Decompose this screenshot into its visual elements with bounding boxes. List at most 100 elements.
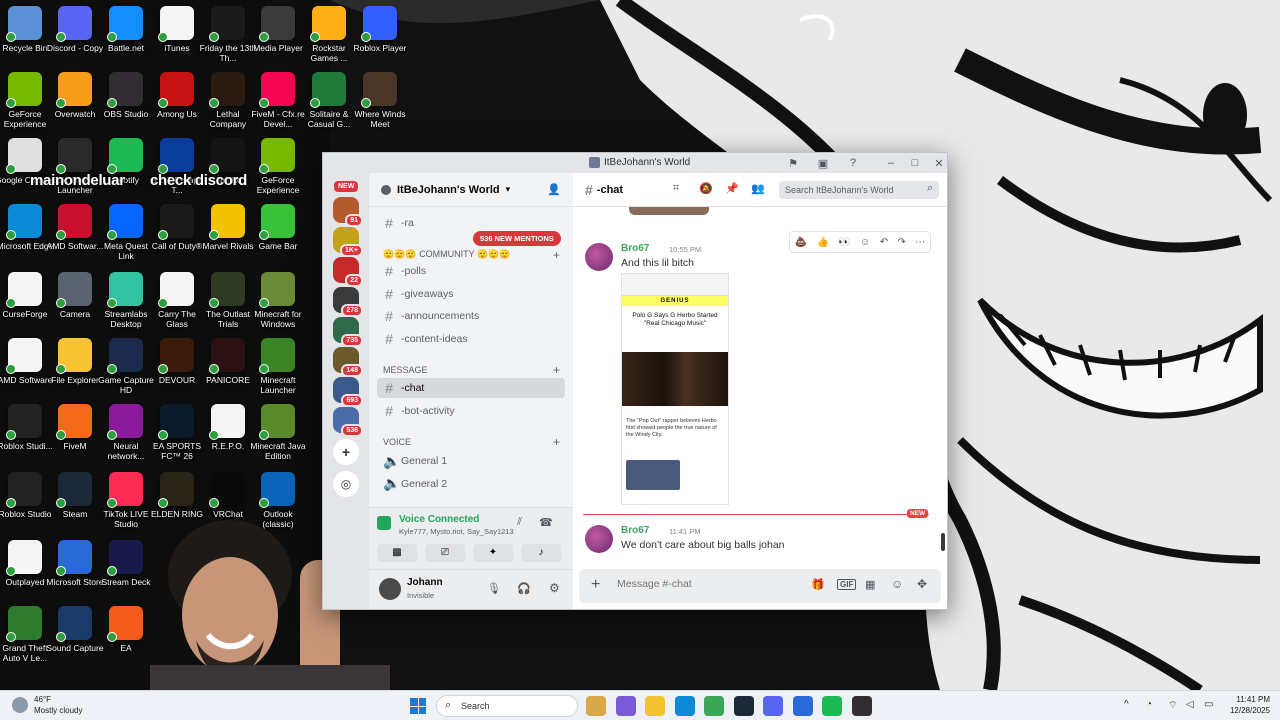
gif-icon[interactable]: GIF	[837, 579, 857, 590]
screen-share-button[interactable]: ⎚	[425, 544, 465, 562]
chrome-icon[interactable]	[704, 696, 724, 716]
voice-status[interactable]: Voice Connected	[399, 514, 479, 525]
channel-item[interactable]: 🔈 General 1	[377, 451, 565, 471]
weather-icon[interactable]	[12, 697, 28, 713]
category-voice[interactable]: Voice +	[383, 435, 560, 449]
avatar[interactable]	[585, 525, 613, 553]
add-server-button[interactable]: +	[333, 439, 359, 465]
clock-date[interactable]: 12/28/2025	[1224, 706, 1270, 715]
desktop-icon[interactable]: EA	[96, 606, 156, 653]
file-manager-icon[interactable]	[586, 696, 606, 716]
category-community[interactable]: 🫡🫡🫡 COMMUNITY 🫡🫡🫡 +	[383, 248, 560, 262]
emoji-icon[interactable]: ☺	[891, 577, 903, 591]
noise-suppression-icon[interactable]: ⫽	[517, 516, 522, 529]
steam-icon[interactable]	[733, 696, 754, 716]
taskbar-search[interactable]: ⌕ Search	[436, 695, 578, 717]
server-icon[interactable]: 91	[333, 197, 363, 227]
channel-item[interactable]: # -giveaways	[377, 284, 565, 304]
help-icon[interactable]: ?	[845, 155, 861, 171]
add-reaction-icon[interactable]: ☺	[860, 237, 870, 248]
desktop-icon[interactable]: GeForce Experience	[248, 138, 308, 195]
copilot-icon[interactable]	[615, 696, 636, 716]
microphone-icon[interactable]: 🎙	[487, 582, 501, 595]
new-servers-pill[interactable]: NEW	[334, 181, 359, 192]
reply-icon[interactable]: ↶	[880, 237, 888, 248]
avatar[interactable]	[379, 578, 401, 600]
pin-icon[interactable]: 📌	[725, 182, 739, 195]
server-icon[interactable]: 536	[333, 407, 363, 437]
reaction-eyes-icon[interactable]: 👀	[838, 237, 850, 248]
camera-button[interactable]: ▩	[377, 544, 417, 562]
server-icon[interactable]: 735	[333, 317, 363, 347]
channel-item[interactable]: # -bot-activity	[377, 401, 565, 421]
channel-item[interactable]: # -content-ideas	[377, 329, 565, 349]
headphones-icon[interactable]: 🎧	[517, 582, 531, 595]
server-icon[interactable]: 278	[333, 287, 363, 317]
volume-icon[interactable]: ◁	[1186, 699, 1194, 710]
add-channel-icon[interactable]: +	[553, 248, 560, 262]
battery-icon[interactable]: ▭	[1204, 699, 1213, 710]
add-channel-icon[interactable]: +	[553, 363, 560, 377]
user-name[interactable]: Johann	[407, 577, 443, 588]
avatar[interactable]	[585, 243, 613, 271]
channel-item[interactable]: 🔈 General 2	[377, 474, 565, 494]
scrollbar[interactable]	[941, 533, 945, 551]
upload-plus-icon[interactable]: +	[591, 576, 600, 594]
inbox-flag-icon[interactable]: ⚑	[785, 155, 801, 171]
minimize-button[interactable]: –	[883, 155, 899, 171]
add-channel-icon[interactable]: +	[553, 435, 560, 449]
guild-header[interactable]: ItBeJohann's World ▾ 👤	[369, 173, 573, 207]
chevron-up-icon[interactable]: ^	[1124, 699, 1129, 710]
search-input[interactable]: Search ItBeJohann's World	[779, 181, 939, 199]
apps-icon[interactable]: ✥	[917, 577, 927, 591]
wifi-icon[interactable]: ⌔	[1168, 699, 1177, 712]
reaction-poop-icon[interactable]: 💩	[795, 237, 807, 248]
reaction-thumbs-icon[interactable]: 👍	[817, 237, 829, 248]
desktop-icon[interactable]: Where Winds Meet	[350, 72, 410, 129]
spotify-icon[interactable]	[822, 696, 842, 716]
desktop-icon[interactable]: Stream Deck	[96, 540, 156, 587]
server-icon[interactable]: 148	[333, 347, 363, 377]
obs-icon[interactable]	[851, 696, 872, 716]
maximize-button[interactable]: □	[907, 155, 923, 171]
channel-partial[interactable]: # -ra	[377, 213, 565, 233]
server-icon[interactable]: 693	[333, 377, 363, 407]
clock-time[interactable]: 11:41 PM	[1224, 695, 1270, 704]
inbox-icon[interactable]: ▣	[815, 155, 831, 171]
threads-icon[interactable]: ⌗	[673, 182, 679, 195]
invite-icon[interactable]: 👤	[547, 183, 561, 196]
discord-icon[interactable]	[763, 696, 783, 716]
mute-bell-icon[interactable]: 🔕	[699, 182, 713, 195]
edge-icon[interactable]	[674, 696, 695, 716]
sticker-icon[interactable]: ▦	[865, 578, 875, 591]
soundboard-button[interactable]: ♪	[521, 544, 561, 562]
channel-item[interactable]: # -chat	[377, 378, 565, 398]
desktop-icon[interactable]: Minecraft Launcher	[248, 338, 308, 395]
desktop-icon[interactable]: Minecraft for Windows	[248, 272, 308, 329]
server-icon[interactable]: 22	[333, 257, 363, 287]
start-windows-icon[interactable]	[410, 698, 426, 714]
new-mentions-pill[interactable]: 536 NEW MENTIONS	[473, 231, 561, 246]
forward-icon[interactable]: ↷	[898, 237, 906, 248]
image-attachment[interactable]: GENIUS Polo G Says G Herbo Started "Real…	[621, 273, 729, 505]
settings-gear-icon[interactable]: ⚙	[549, 581, 560, 595]
desktop-icon[interactable]: Game Bar	[248, 204, 308, 251]
gift-icon[interactable]: 🎁	[811, 578, 825, 591]
channel-item[interactable]: # -announcements	[377, 306, 565, 326]
folder-icon[interactable]	[645, 696, 665, 716]
members-icon[interactable]: 👥	[751, 182, 765, 195]
disconnect-icon[interactable]: ☎	[539, 516, 553, 529]
category-message[interactable]: MESSAGE +	[383, 363, 560, 377]
desktop-icon[interactable]: Outlook (classic)	[248, 472, 308, 529]
network-icon[interactable]: ◔	[1146, 699, 1152, 710]
message-author[interactable]: Bro67	[621, 243, 649, 254]
discover-servers-button[interactable]: ◎	[333, 471, 359, 497]
message-author[interactable]: Bro67	[621, 525, 649, 536]
message-input[interactable]	[617, 578, 817, 590]
desktop-icon[interactable]: Minecraft Java Edition	[248, 404, 308, 461]
server-icon[interactable]: 1K+	[333, 227, 363, 257]
weather-temp[interactable]: 46°F	[34, 695, 51, 704]
more-icon[interactable]: ⋯	[915, 237, 925, 248]
activities-button[interactable]: ✦	[473, 544, 513, 562]
close-button[interactable]: ✕	[931, 155, 947, 171]
